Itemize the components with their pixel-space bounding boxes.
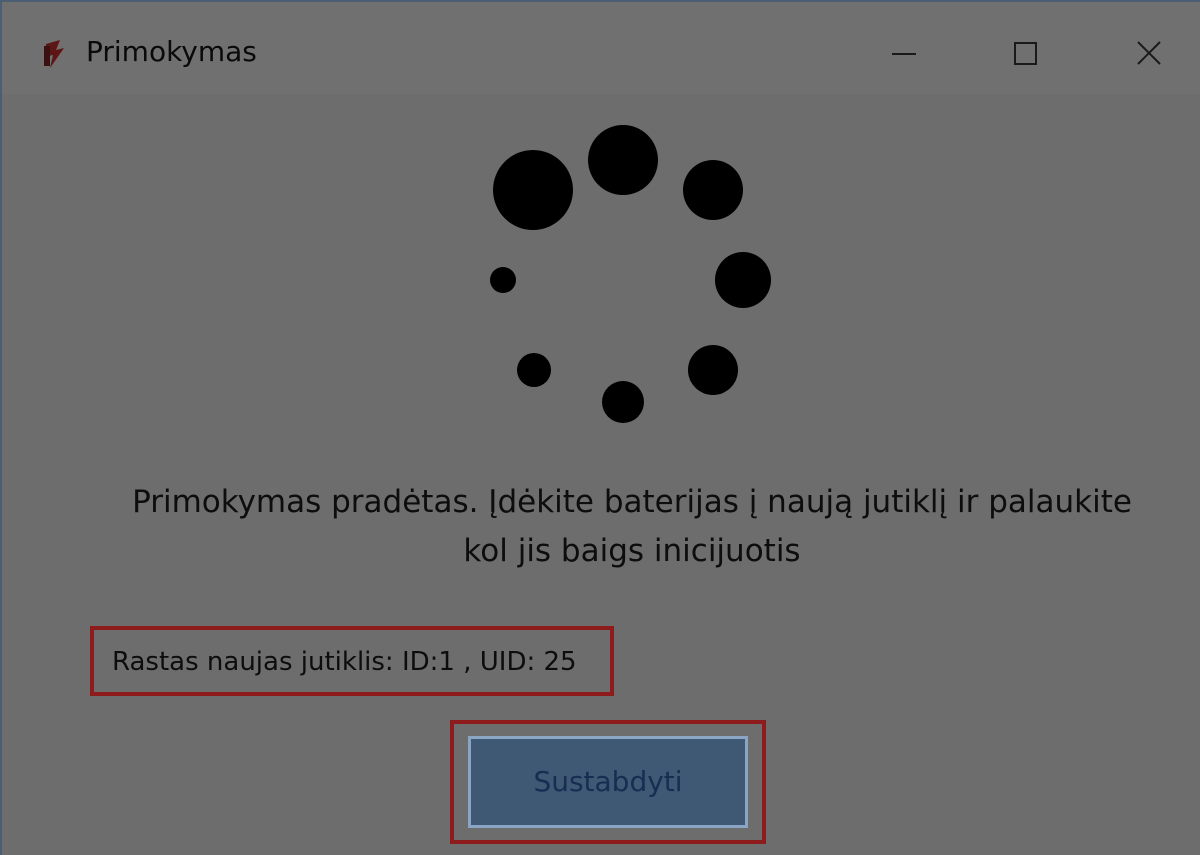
sensor-status-highlight: Rastas naujas jutiklis: ID:1 , UID: 25 [90,626,614,696]
message-line-1: Primokymas pradėtas. Įdėkite baterijas į… [132,484,1132,520]
spinner-dot [588,125,658,195]
maximize-icon [1014,42,1037,65]
spinner-dot [517,353,551,387]
stop-button-highlight: Sustabdyti [450,720,766,844]
loading-spinner-icon [490,125,771,423]
training-dialog-window: Primokymas Primokymas pradėtas. Įdėkite … [0,0,1200,855]
minimize-icon [892,53,916,55]
spinner-dot [715,252,771,308]
spinner-dot [602,381,644,423]
message-line-2: kol jis baigs inicijuotis [463,533,801,569]
training-message: Primokymas pradėtas. Įdėkite baterijas į… [62,478,1200,576]
spinner-dot [490,267,516,293]
minimize-button[interactable] [870,22,940,82]
title-bar: Primokymas [2,2,1200,94]
close-icon [1137,41,1161,65]
window-title: Primokymas [86,35,257,68]
spinner-dot [683,160,743,220]
app-icon [44,40,64,68]
spinner-dot [688,345,738,395]
spinner-dot [493,150,573,230]
maximize-button[interactable] [990,22,1060,82]
stop-button[interactable]: Sustabdyti [468,736,748,828]
close-button[interactable] [1112,22,1182,82]
sensor-status-text: Rastas naujas jutiklis: ID:1 , UID: 25 [112,647,577,677]
